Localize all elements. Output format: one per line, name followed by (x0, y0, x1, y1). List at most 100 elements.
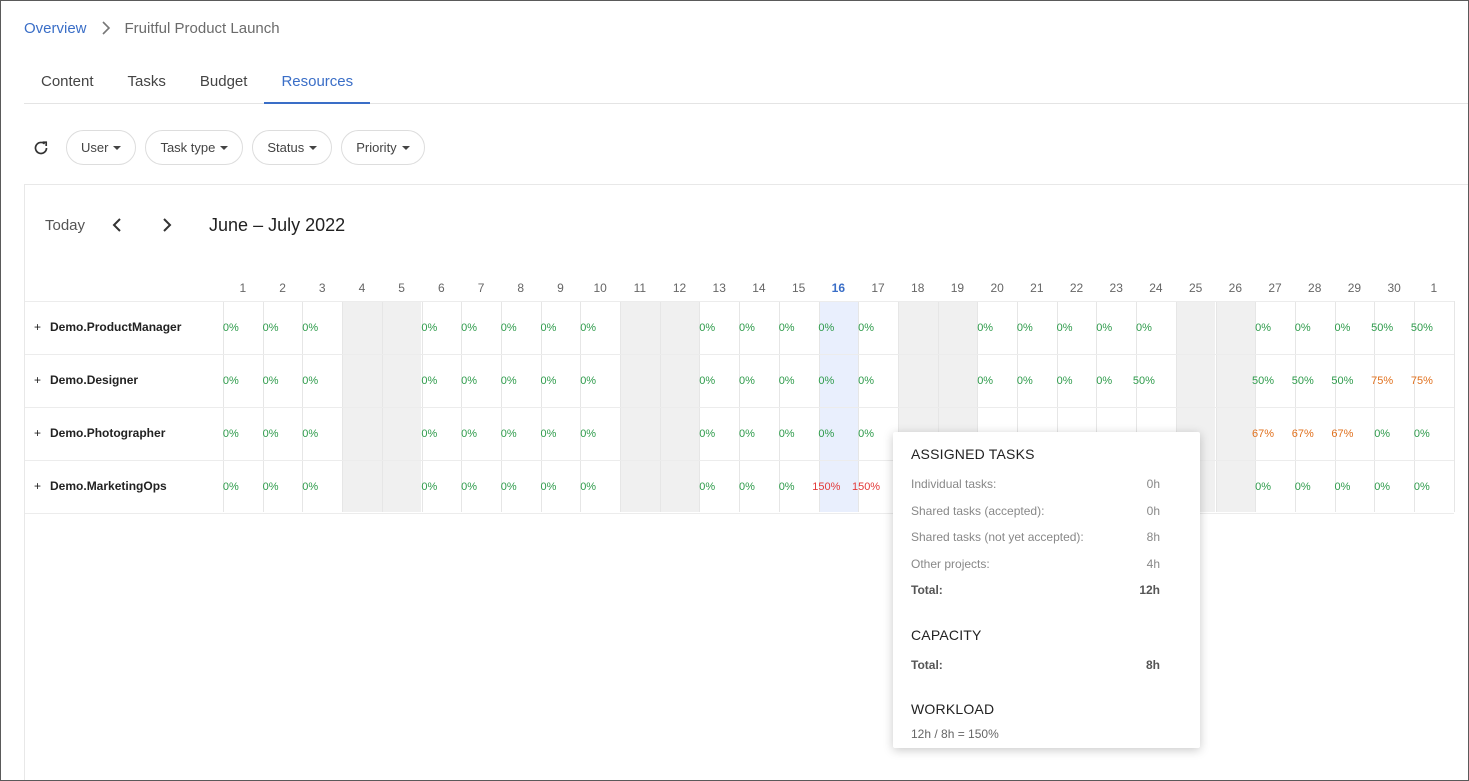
tooltip-value: 8h (1146, 530, 1160, 544)
tooltip-row: Other projects: 4h (911, 551, 1182, 578)
resource-row-toggle[interactable]: + Demo.MarketingOps (34, 476, 167, 496)
day-label: 15 (791, 281, 806, 295)
caret-down-icon (113, 145, 122, 150)
workload-cell[interactable]: 0% (840, 320, 892, 336)
filter-priority-label: Priority (356, 140, 397, 155)
resource-name: Demo.Photographer (50, 426, 166, 440)
day-label: 22 (1069, 281, 1084, 295)
capacity-total-row: Total: 8h (911, 652, 1182, 679)
tooltip-value: 4h (1146, 556, 1160, 571)
tooltip-label: Shared tasks (not yet accepted): (911, 530, 1084, 544)
breadcrumb-current: Fruitful Product Launch (124, 19, 280, 37)
resource-row-toggle[interactable]: + Demo.ProductManager (34, 317, 181, 337)
tab-content[interactable]: Content (24, 63, 111, 104)
workload-cells: 0% 0% 0% 0% 0% 0% 0% 0% 0% 0% 0% 0% 0% 0% 0% 0% 0% 0% 0% 0%… (222, 301, 1468, 512)
plus-icon: + (34, 373, 42, 387)
tooltip-row: Shared tasks (accepted): 0h (911, 498, 1182, 525)
day-label: 3 (318, 281, 326, 295)
day-label: 9 (557, 281, 564, 295)
tooltip-label: Other projects: (911, 556, 990, 571)
day-label: 28 (1308, 281, 1322, 295)
workload-heading: WORKLOAD (911, 701, 995, 717)
tooltip-value: 0h (1146, 503, 1160, 518)
workload-tooltip: ASSIGNED TASKS Individual tasks: 0h Share… (893, 432, 1200, 748)
tab-resources[interactable]: Resources (264, 63, 371, 104)
resource-row-toggle[interactable]: + Demo.Designer (34, 370, 138, 390)
workload-cell[interactable]: 0% (284, 479, 336, 495)
workload-cell[interactable]: 0% (1396, 479, 1448, 495)
filter-bar: User Task type Status Priority (31, 130, 434, 165)
day-label: 21 (1030, 281, 1044, 295)
workload-cell[interactable]: 0% (562, 426, 614, 442)
workload-formula: 12h / 8h = 150% (911, 727, 999, 741)
day-label: 17 (871, 281, 885, 295)
tooltip-value: 12h (1139, 583, 1160, 597)
app-window: Overview Fruitful Product Launch Content… (0, 0, 1469, 781)
workload-cell[interactable]: 0% (284, 320, 336, 336)
tooltip-value: 0h (1146, 477, 1160, 491)
day-label: 4 (358, 281, 366, 295)
workload-grid: 1 2 3 4 5 6 7 8 9 10 11 12 13 14 15 16 17 18 19 20 21 22 23 24 2… (25, 185, 1468, 780)
resource-row-toggle[interactable]: + Demo.Photographer (34, 423, 165, 443)
day-label: 10 (593, 281, 607, 295)
filter-status[interactable]: Status (252, 130, 333, 165)
filter-status-label: Status (267, 140, 305, 155)
workload-cell[interactable]: 0% (284, 373, 336, 389)
day-label: 8 (517, 281, 525, 295)
workload-cell[interactable]: 0% (284, 426, 336, 442)
caret-down-icon (220, 145, 229, 150)
day-label: 27 (1268, 281, 1282, 295)
day-label: 25 (1188, 281, 1203, 295)
workload-cell[interactable]: 0% (840, 373, 892, 389)
resource-name: Demo.MarketingOps (50, 479, 167, 493)
workload-cell[interactable]: 0% (1396, 426, 1448, 442)
assigned-total-row: Total: 12h (911, 577, 1182, 604)
resource-calendar: Today June – July 2022 1 2 3 4 5 6 7 8 9 10 11 12 13… (24, 184, 1468, 780)
day-label: 1 (239, 281, 247, 295)
day-label: 20 (990, 281, 1004, 295)
workload-cell[interactable]: 0% (562, 320, 614, 336)
plus-icon: + (34, 479, 42, 493)
assigned-tasks-heading: ASSIGNED TASKS (911, 446, 1035, 462)
day-label: 16 (831, 281, 846, 295)
day-label: 14 (752, 281, 766, 295)
filter-priority[interactable]: Priority (341, 130, 425, 165)
capacity-heading: CAPACITY (911, 626, 982, 643)
tooltip-label: Shared tasks (accepted): (911, 503, 1045, 518)
plus-icon: + (34, 426, 42, 440)
day-label: 6 (438, 281, 445, 295)
breadcrumb-overview-link[interactable]: Overview (24, 20, 87, 37)
caret-down-icon (309, 145, 318, 150)
day-label: 2 (279, 281, 286, 295)
day-label: 23 (1109, 281, 1123, 295)
row-divider (25, 513, 1454, 514)
filter-user[interactable]: User (66, 130, 137, 165)
workload-cell[interactable]: 50% (1396, 320, 1448, 336)
workload-cell[interactable]: 150% (840, 479, 892, 495)
tab-budget[interactable]: Budget (183, 63, 265, 104)
day-label: 13 (712, 281, 726, 295)
day-label: 11 (633, 281, 647, 295)
workload-cell[interactable]: 0% (562, 373, 614, 389)
day-label: 19 (950, 281, 965, 295)
workload-cell[interactable]: 0% (840, 426, 892, 442)
tooltip-row: Shared tasks (not yet accepted): 8h (911, 524, 1182, 551)
day-label: 1 (1430, 281, 1438, 295)
caret-down-icon (401, 145, 410, 150)
day-label: 30 (1387, 281, 1401, 295)
tooltip-row: Individual tasks: 0h (911, 471, 1182, 498)
tooltip-label: Total: (911, 657, 943, 672)
workload-cell[interactable]: 50% (1118, 373, 1170, 389)
day-label: 7 (477, 281, 485, 295)
day-label: 18 (911, 281, 925, 295)
resource-name: Demo.Designer (50, 373, 139, 387)
refresh-icon[interactable] (31, 138, 51, 158)
filter-task-type[interactable]: Task type (145, 130, 244, 165)
workload-cell[interactable]: 0% (562, 479, 614, 495)
workload-cell[interactable]: 75% (1396, 373, 1448, 389)
workload-cell[interactable]: 0% (1118, 320, 1170, 336)
day-label: 26 (1228, 281, 1243, 295)
chevron-right-icon (101, 21, 111, 35)
filter-task-type-label: Task type (160, 140, 216, 155)
tab-tasks[interactable]: Tasks (111, 63, 183, 104)
